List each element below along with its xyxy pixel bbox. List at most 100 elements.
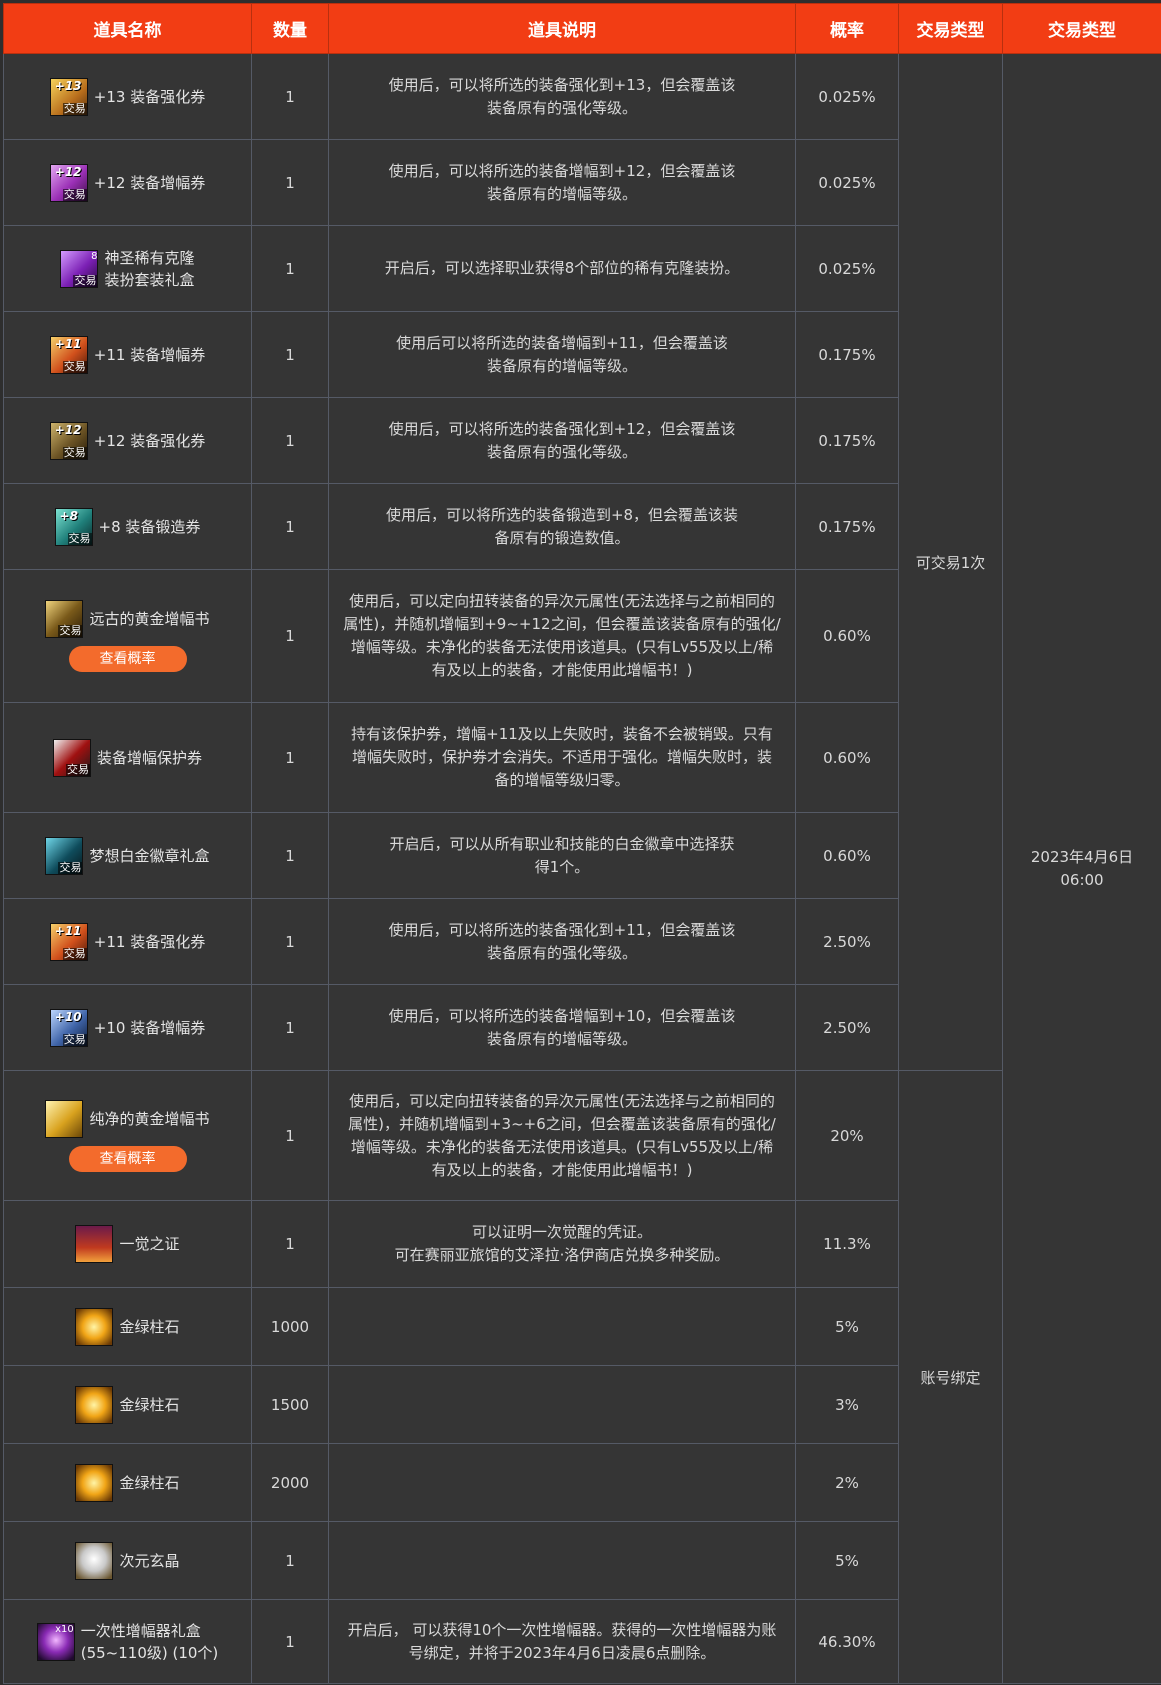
qty-cell: 1 bbox=[251, 984, 329, 1071]
item-cell-content: 交易 远古的黄金增幅书 bbox=[45, 600, 210, 638]
item-cell-content: x10 一次性增幅器礼盒 (55~110级) (10个) bbox=[4, 1620, 251, 1664]
item-cell: +11 交易 +11 装备增幅券 bbox=[3, 311, 252, 398]
desc-cell: 开启后，可以选择职业获得8个部位的稀有克隆装扮。 bbox=[328, 225, 796, 312]
prob-cell: 0.175% bbox=[795, 397, 899, 484]
qty-cell: 1 bbox=[251, 898, 329, 985]
prob-cell: 2.50% bbox=[795, 984, 899, 1071]
item-cell-content: 交易 装备增幅保护券 bbox=[4, 738, 251, 777]
prob-cell: 3% bbox=[795, 1365, 899, 1444]
item-cell-content: +12 交易 +12 装备强化券 bbox=[4, 421, 251, 460]
prob-cell: 0.60% bbox=[795, 569, 899, 703]
desc-cell: 开启后，可以从所有职业和技能的白金徽章中选择获 得1个。 bbox=[328, 812, 796, 899]
qty-cell: 1 bbox=[251, 1599, 329, 1684]
item-cell: x10 一次性增幅器礼盒 (55~110级) (10个) bbox=[3, 1599, 252, 1684]
probability-table: 道具名称 数量 道具说明 概率 交易类型 交易类型 +13 交易 +13 装备强化券… bbox=[3, 3, 1161, 1684]
qty-cell: 2000 bbox=[251, 1443, 329, 1522]
item-name: 装备增幅保护券 bbox=[96, 748, 202, 767]
chrysoberyl-icon bbox=[75, 1307, 114, 1346]
item-name: +12 装备强化券 bbox=[93, 431, 206, 450]
item-name: +12 装备增幅券 bbox=[93, 173, 206, 192]
trade-type-once: 可交易1次 bbox=[898, 53, 1003, 1071]
prob-cell: 5% bbox=[795, 1287, 899, 1366]
qty-cell: 1 bbox=[251, 483, 329, 570]
chrysoberyl-icon bbox=[75, 1385, 114, 1424]
reinforce-11-icon: +11 交易 bbox=[49, 922, 88, 961]
item-cell-content: 金绿柱石 bbox=[4, 1385, 251, 1424]
item-name: +11 装备强化券 bbox=[93, 932, 206, 951]
trade-type-bound: 账号绑定 bbox=[898, 1070, 1003, 1684]
header-prob: 概率 bbox=[795, 3, 899, 54]
item-cell-content: +11 交易 +11 装备强化券 bbox=[4, 922, 251, 961]
prob-cell: 0.60% bbox=[795, 812, 899, 899]
item-cell: +10 交易 +10 装备增幅券 bbox=[3, 984, 252, 1071]
item-name: 远古的黄金增幅书 bbox=[89, 610, 210, 628]
item-cell-content: 金绿柱石 bbox=[4, 1463, 251, 1502]
item-cell-content: 8 交易 神圣稀有克隆 装扮套装礼盒 bbox=[4, 247, 251, 291]
desc-cell: 使用后，可以将所选的装备增幅到+12，但会覆盖该 装备原有的增幅等级。 bbox=[328, 139, 796, 226]
prob-cell: 46.30% bbox=[795, 1599, 899, 1684]
item-name: +11 装备增幅券 bbox=[93, 345, 206, 364]
desc-cell bbox=[328, 1443, 796, 1522]
header-name: 道具名称 bbox=[3, 3, 252, 54]
qty-cell: 1 bbox=[251, 311, 329, 398]
clone-avatar-box-icon: 8 交易 bbox=[60, 249, 99, 288]
item-cell: 交易 远古的黄金增幅书查看概率 bbox=[3, 569, 252, 703]
item-cell-content: +13 交易 +13 装备强化券 bbox=[4, 77, 251, 116]
table-row: 纯净的黄金增幅书 查看概率 1 使用后，可以定向扭转装备的异次元属性(无法选择与之前相… bbox=[3, 1070, 1161, 1684]
prob-cell: 0.025% bbox=[795, 139, 899, 226]
qty-cell: 1000 bbox=[251, 1287, 329, 1366]
prob-cell: 20% bbox=[795, 1070, 899, 1201]
qty-cell: 1 bbox=[251, 569, 329, 703]
item-cell-content: 金绿柱石 bbox=[4, 1307, 251, 1346]
reinforce-12-icon: +12 交易 bbox=[49, 421, 88, 460]
prob-cell: 2% bbox=[795, 1443, 899, 1522]
item-cell: +13 交易 +13 装备强化券 bbox=[3, 53, 252, 140]
header-time: 交易类型 bbox=[1002, 3, 1161, 54]
prob-cell: 0.025% bbox=[795, 53, 899, 140]
amplify-12-icon: +12 交易 bbox=[49, 163, 88, 202]
prob-cell: 2.50% bbox=[795, 898, 899, 985]
table-row: +13 交易 +13 装备强化券 1 使用后，可以将所选的装备强化到+13，但会覆盖该装… bbox=[3, 53, 1161, 1684]
amplify-10-icon: +10 交易 bbox=[49, 1008, 88, 1047]
refine-8-icon: +8 交易 bbox=[54, 507, 93, 546]
desc-cell bbox=[328, 1521, 796, 1600]
item-name: 纯净的黄金增幅书 bbox=[89, 1109, 210, 1128]
desc-cell: 使用后，可以将所选的装备锻造到+8，但会覆盖该装 备原有的锻造数值。 bbox=[328, 483, 796, 570]
item-cell: +11 交易 +11 装备强化券 bbox=[3, 898, 252, 985]
amplifier-box-icon: x10 bbox=[36, 1622, 75, 1661]
prob-cell: 0.175% bbox=[795, 311, 899, 398]
qty-cell: 1 bbox=[251, 1521, 329, 1600]
desc-cell: 使用后，可以定向扭转装备的异次元属性(无法选择与之前相同的 属性)，并随机增幅到+… bbox=[328, 1070, 796, 1201]
item-cell: 一觉之证 bbox=[3, 1200, 252, 1288]
item-name: 一觉之证 bbox=[119, 1235, 180, 1253]
amplify-11-icon: +11 交易 bbox=[49, 335, 88, 374]
item-cell-content: 一觉之证 bbox=[4, 1225, 251, 1263]
item-name: 金绿柱石 bbox=[119, 1473, 180, 1492]
item-cell: +8 交易 +8 装备锻造券 bbox=[3, 483, 252, 570]
item-cell: 金绿柱石 bbox=[3, 1443, 252, 1522]
desc-cell: 可以证明一次觉醒的凭证。 可在赛丽亚旅馆的艾泽拉·洛伊商店兑换多种奖励。 bbox=[328, 1200, 796, 1288]
desc-cell: 使用后可以将所选的装备增幅到+11，但会覆盖该 装备原有的增幅等级。 bbox=[328, 311, 796, 398]
awakening-proof-icon bbox=[75, 1225, 114, 1263]
prob-cell: 0.175% bbox=[795, 483, 899, 570]
ancient-gold-book-icon: 交易 bbox=[45, 600, 84, 638]
item-cell-content: 次元玄晶 bbox=[4, 1541, 251, 1580]
prob-cell: 11.3% bbox=[795, 1200, 899, 1288]
desc-cell bbox=[328, 1365, 796, 1444]
item-cell: 金绿柱石 bbox=[3, 1365, 252, 1444]
item-cell: 纯净的黄金增幅书查看概率 bbox=[3, 1070, 252, 1201]
qty-cell: 1 bbox=[251, 397, 329, 484]
amplify-protect-icon: 交易 bbox=[52, 738, 91, 777]
item-name: 金绿柱石 bbox=[119, 1395, 180, 1414]
item-cell: +12 交易 +12 装备强化券 bbox=[3, 397, 252, 484]
desc-cell bbox=[328, 1287, 796, 1366]
item-cell: 8 交易 神圣稀有克隆 装扮套装礼盒 bbox=[3, 225, 252, 312]
item-cell-content: +12 交易 +12 装备增幅券 bbox=[4, 163, 251, 202]
desc-cell: 使用后，可以将所选的装备强化到+12，但会覆盖该 装备原有的强化等级。 bbox=[328, 397, 796, 484]
view-probability-button[interactable]: 查看概率 bbox=[68, 1145, 187, 1172]
qty-cell: 1 bbox=[251, 139, 329, 226]
desc-cell: 使用后，可以将所选的装备强化到+11，但会覆盖该 装备原有的强化等级。 bbox=[328, 898, 796, 985]
platinum-emblem-box-icon: 交易 bbox=[45, 836, 84, 875]
qty-cell: 1 bbox=[251, 1200, 329, 1288]
view-probability-button[interactable]: 查看概率 bbox=[68, 646, 187, 672]
